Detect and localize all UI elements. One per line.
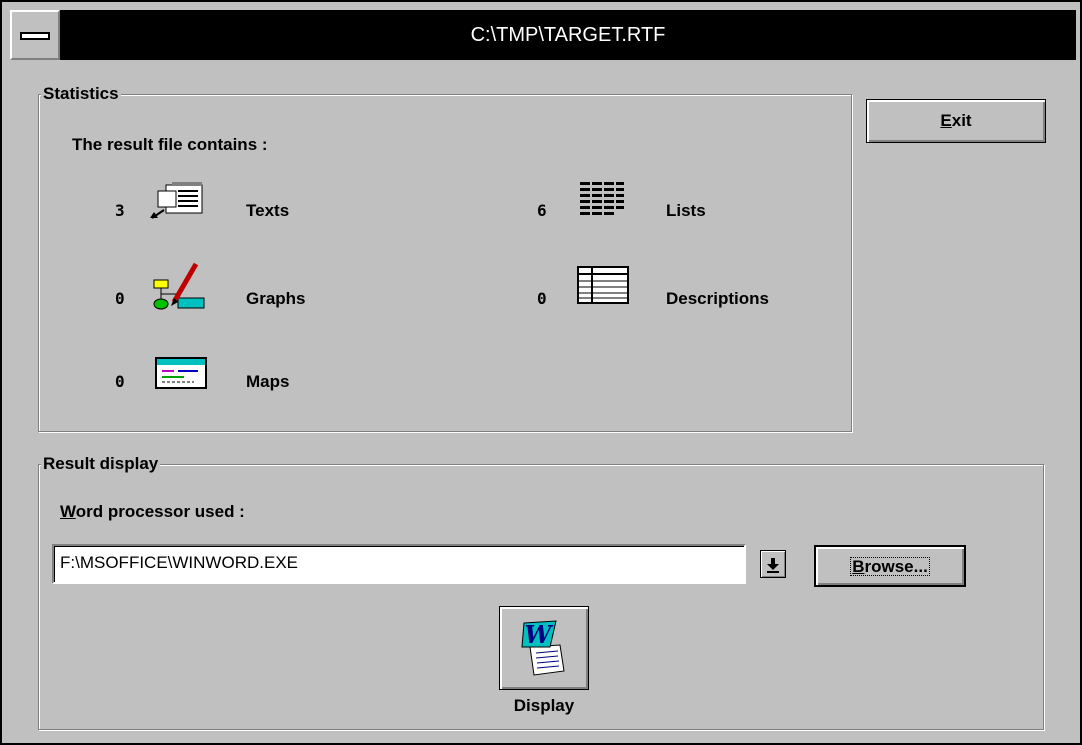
word-processor-icon: W: [521, 620, 565, 676]
descriptions-label: Descriptions: [666, 289, 769, 308]
browse-label: rowse...: [864, 557, 928, 576]
system-menu-button[interactable]: [10, 10, 60, 60]
title-bar: C:\TMP\TARGET.RTF: [10, 10, 1076, 60]
result-display-legend: Result display: [41, 454, 161, 474]
lists-icon: [578, 180, 626, 216]
browse-button[interactable]: Browse...: [814, 545, 966, 587]
texts-label: Texts: [246, 201, 290, 220]
maps-label: Maps: [246, 372, 290, 391]
graphs-count: 0: [115, 289, 125, 308]
system-menu-icon: [20, 32, 50, 40]
window-title: C:\TMP\TARGET.RTF: [470, 24, 666, 46]
maps-count: 0: [115, 372, 125, 391]
descriptions-count: 0: [537, 289, 547, 308]
word-processor-accelerator: W: [60, 502, 76, 521]
word-processor-label: Word processor used :: [60, 502, 245, 522]
statistics-legend: Statistics: [41, 84, 121, 104]
display-label: Display: [513, 696, 575, 715]
descriptions-icon: [576, 265, 630, 305]
texts-count: 3: [115, 201, 125, 220]
result-contains-label: The result file contains :: [72, 135, 268, 154]
exit-label: xit: [951, 111, 972, 130]
browse-accelerator: B: [852, 557, 865, 576]
dialog-window: C:\TMP\TARGET.RTF Statistics The result …: [0, 0, 1082, 745]
texts-icon: [148, 182, 208, 220]
display-button[interactable]: W: [499, 606, 589, 690]
lists-count: 6: [537, 201, 547, 220]
word-processor-path-input[interactable]: F:\MSOFFICE\WINWORD.EXE: [52, 544, 746, 584]
graphs-icon: [152, 260, 208, 312]
down-arrow-icon: [767, 557, 779, 573]
word-processor-label-text: ord processor used :: [75, 502, 245, 521]
lists-label: Lists: [666, 201, 706, 220]
path-dropdown-button[interactable]: [760, 550, 786, 578]
maps-icon: [154, 356, 208, 390]
graphs-label: Graphs: [246, 289, 306, 308]
exit-accelerator: E: [940, 111, 952, 130]
svg-text:W: W: [525, 620, 554, 649]
exit-button[interactable]: Exit: [866, 99, 1046, 143]
browse-focus: Browse...: [850, 557, 930, 576]
